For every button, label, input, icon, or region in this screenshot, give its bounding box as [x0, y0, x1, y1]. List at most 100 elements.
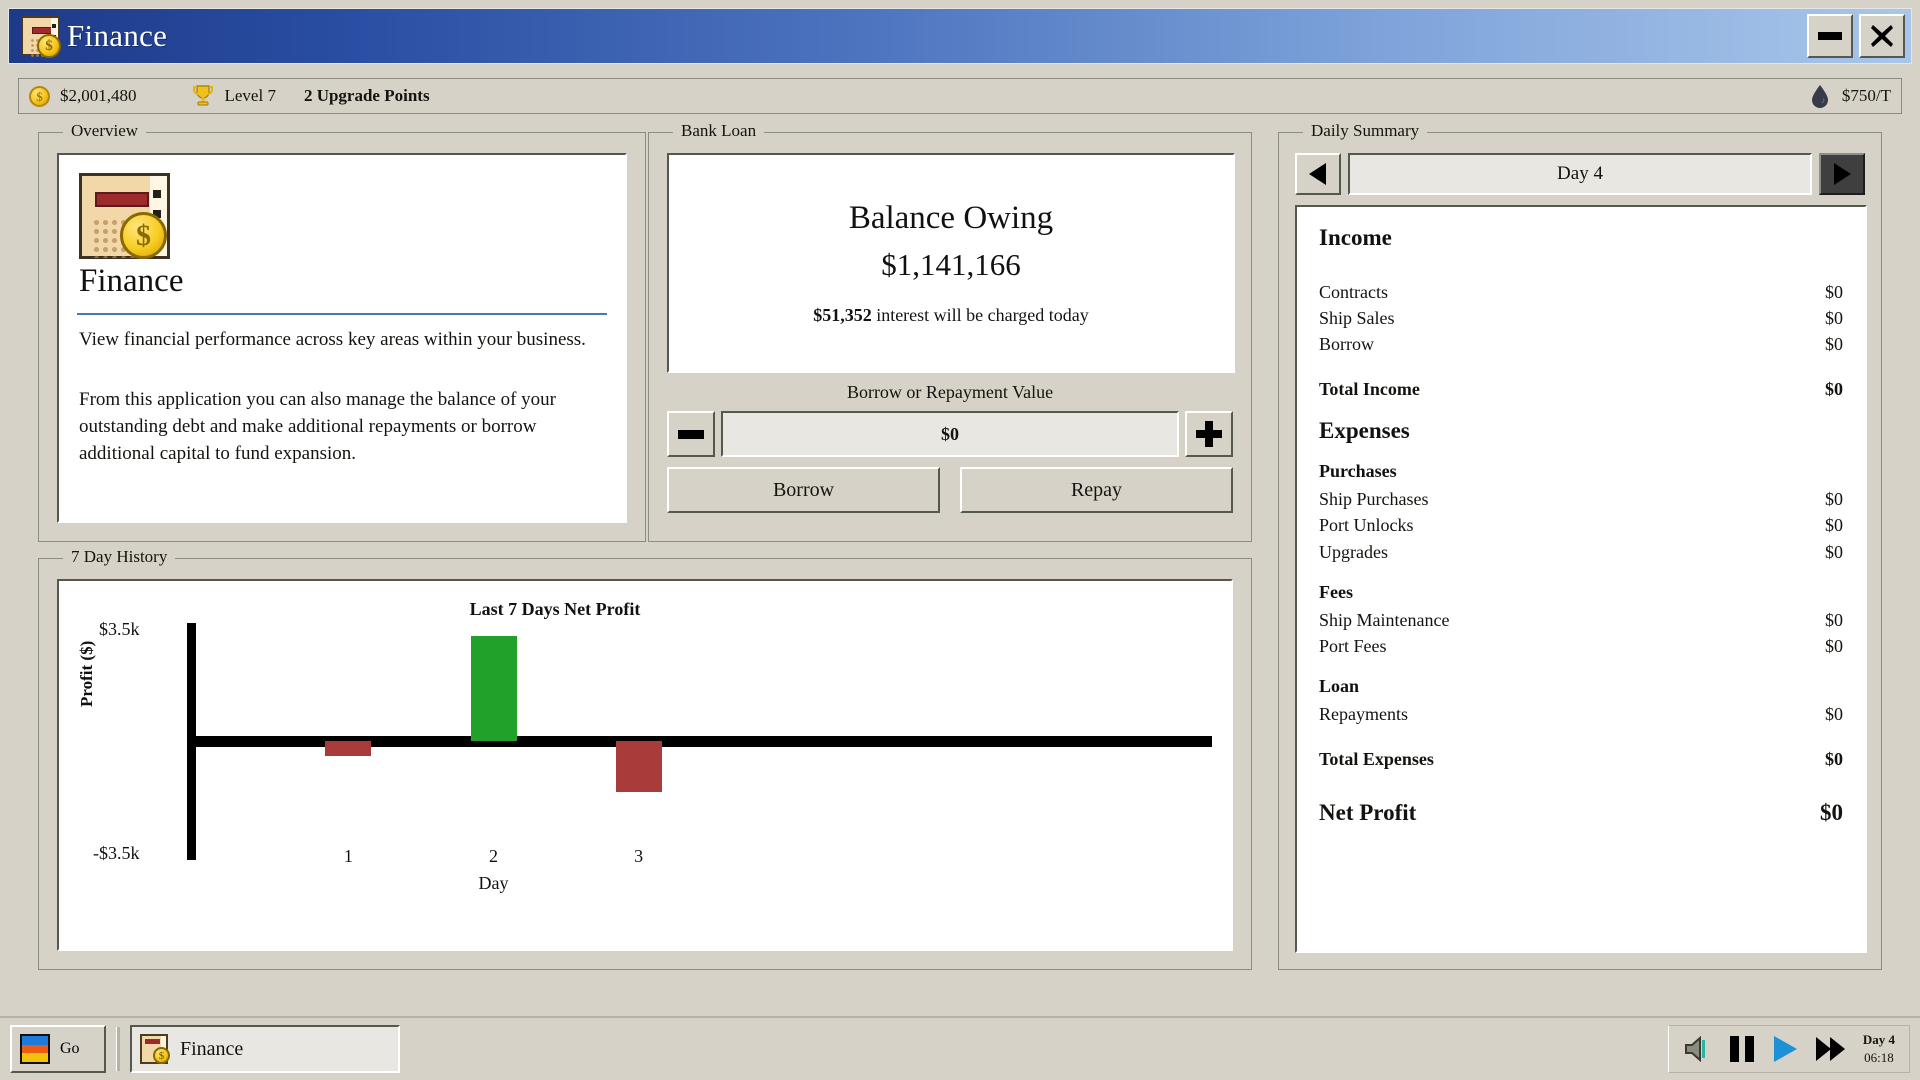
interest-note: $51,352 interest will be charged today — [813, 305, 1089, 326]
net-profit-chart: Last 7 Days Net Profit Profit ($) $3.5k … — [57, 579, 1233, 951]
coin-icon: $ — [29, 86, 50, 107]
summary-row: Borrow $0 — [1319, 331, 1843, 357]
pause-button[interactable] — [1729, 1035, 1755, 1063]
money-indicator: $ $2,001,480 — [29, 86, 137, 107]
increment-button[interactable] — [1185, 411, 1233, 457]
close-button[interactable] — [1859, 14, 1905, 58]
day-value[interactable]: Day 4 — [1348, 153, 1812, 195]
purchases-heading: Purchases — [1319, 461, 1843, 482]
amount-input[interactable]: $0 — [721, 411, 1179, 457]
borrow-button[interactable]: Borrow — [667, 467, 940, 513]
fees-heading: Fees — [1319, 582, 1843, 603]
taskbar-item-label: Finance — [180, 1038, 243, 1061]
loan-actions: Borrow Repay — [667, 467, 1233, 513]
overview-legend: Overview — [63, 121, 146, 141]
summary-row-label: Contracts — [1319, 279, 1388, 305]
flag-icon — [20, 1034, 50, 1064]
summary-row-value: $0 — [1825, 607, 1843, 633]
next-day-button[interactable] — [1819, 153, 1865, 195]
trophy-icon — [191, 84, 215, 108]
spinner-label: Borrow or Repayment Value — [649, 382, 1251, 403]
total-income-row: Total Income $0 — [1319, 376, 1843, 402]
summary-row-label: Upgrades — [1319, 539, 1388, 565]
repay-button[interactable]: Repay — [960, 467, 1233, 513]
previous-day-button[interactable] — [1295, 153, 1341, 195]
daily-summary-legend: Daily Summary — [1303, 121, 1427, 141]
summary-row-value: $0 — [1825, 701, 1843, 727]
next-day-icon — [1832, 162, 1852, 186]
fuel-price-value: $750/T — [1842, 86, 1891, 106]
summary-row: Contracts $0 — [1319, 279, 1843, 305]
summary-row: Port Unlocks$0 — [1319, 512, 1843, 538]
summary-row-value: $0 — [1825, 539, 1843, 565]
summary-row-value: $0 — [1825, 305, 1843, 331]
summary-row-value: $0 — [1825, 633, 1843, 659]
play-button[interactable] — [1771, 1035, 1799, 1063]
minimize-icon — [1818, 32, 1842, 40]
calculator-coin-icon: $ — [79, 173, 175, 259]
close-icon — [1870, 24, 1894, 48]
summary-row: Ship Sales $0 — [1319, 305, 1843, 331]
fast-forward-button[interactable] — [1815, 1035, 1847, 1063]
summary-row-value: $0 — [1825, 279, 1843, 305]
summary-row: Upgrades $0 — [1319, 539, 1843, 565]
total-expenses-row: Total Expenses $0 — [1319, 746, 1843, 772]
summary-row-value: $0 — [1825, 331, 1843, 357]
summary-row-label: Ship Sales — [1319, 305, 1395, 331]
upgrade-points-value: 2 Upgrade Points — [304, 86, 430, 106]
title-bar: $ Finance — [8, 8, 1912, 64]
summary-row-label: Borrow — [1319, 331, 1374, 357]
purchases-rows: Ship Purchases$0Port Unlocks$0Upgrades $0 — [1319, 486, 1843, 564]
chart-xtick: 1 — [344, 846, 353, 867]
speaker-button[interactable] — [1683, 1035, 1713, 1063]
minus-icon — [678, 430, 704, 439]
interest-amount: $51,352 — [813, 305, 872, 325]
taskbar-item-finance[interactable]: $ Finance — [130, 1025, 400, 1073]
calculator-coin-icon: $ — [17, 14, 61, 58]
start-button[interactable]: Go — [10, 1025, 106, 1073]
interest-suffix: interest will be charged today — [872, 305, 1089, 325]
summary-row: Port Fees$0 — [1319, 633, 1843, 659]
fees-rows: Ship Maintenance $0Port Fees$0 — [1319, 607, 1843, 659]
minimize-button[interactable] — [1807, 14, 1853, 58]
divider — [77, 313, 607, 315]
daily-summary-panel: Daily Summary Day 4 Income Contracts$0Sh… — [1278, 132, 1882, 970]
net-profit-label: Net Profit — [1319, 796, 1416, 829]
decrement-button[interactable] — [667, 411, 715, 457]
chart-xtick: 3 — [634, 846, 643, 867]
finance-app-window: $ Finance $ $2,001,480 — [0, 0, 1920, 1080]
summary-row: Repayments $0 — [1319, 701, 1843, 727]
history-panel: 7 Day History Last 7 Days Net Profit Pro… — [38, 558, 1252, 970]
window-controls — [1807, 14, 1907, 58]
page-title: Finance — [79, 263, 183, 300]
summary-row-label: Ship Maintenance — [1319, 607, 1449, 633]
loan-rows: Repayments $0 — [1319, 701, 1843, 727]
total-expenses-value: $0 — [1825, 746, 1843, 772]
summary-row-label: Repayments — [1319, 701, 1408, 727]
net-profit-value: $0 — [1820, 796, 1843, 829]
overview-card: $ Finance View financial performance acr… — [57, 153, 627, 523]
game-clock: Day 4 06:18 — [1863, 1031, 1895, 1066]
fuel-indicator: $750/T — [1810, 84, 1891, 108]
loan-heading: Loan — [1319, 676, 1843, 697]
chart-ylabel: Profit ($) — [77, 641, 97, 707]
previous-day-icon — [1308, 162, 1328, 186]
taskbar: Go $ Finance — [0, 1016, 1920, 1080]
bank-loan-legend: Bank Loan — [673, 121, 764, 141]
summary-row: Ship Purchases$0 — [1319, 486, 1843, 512]
start-button-label: Go — [60, 1040, 80, 1058]
calculator-coin-icon: $ — [140, 1034, 170, 1064]
bank-loan-panel: Bank Loan Balance Owing $1,141,166 $51,3… — [648, 132, 1252, 542]
taskbar-tray: Day 4 06:18 — [1668, 1025, 1910, 1073]
pause-icon — [1729, 1035, 1755, 1063]
overview-paragraph-1: View financial performance across key ar… — [79, 327, 605, 354]
chart-ytick-max: $3.5k — [99, 619, 140, 640]
summary-row: Ship Maintenance $0 — [1319, 607, 1843, 633]
summary-row-value: $0 — [1825, 486, 1843, 512]
taskbar-divider — [116, 1027, 120, 1071]
chart-bar — [325, 741, 371, 756]
total-income-value: $0 — [1825, 376, 1843, 402]
play-icon — [1771, 1035, 1799, 1063]
speaker-icon — [1683, 1035, 1713, 1063]
overview-panel: Overview $ Finance View financial perfor… — [38, 132, 646, 542]
